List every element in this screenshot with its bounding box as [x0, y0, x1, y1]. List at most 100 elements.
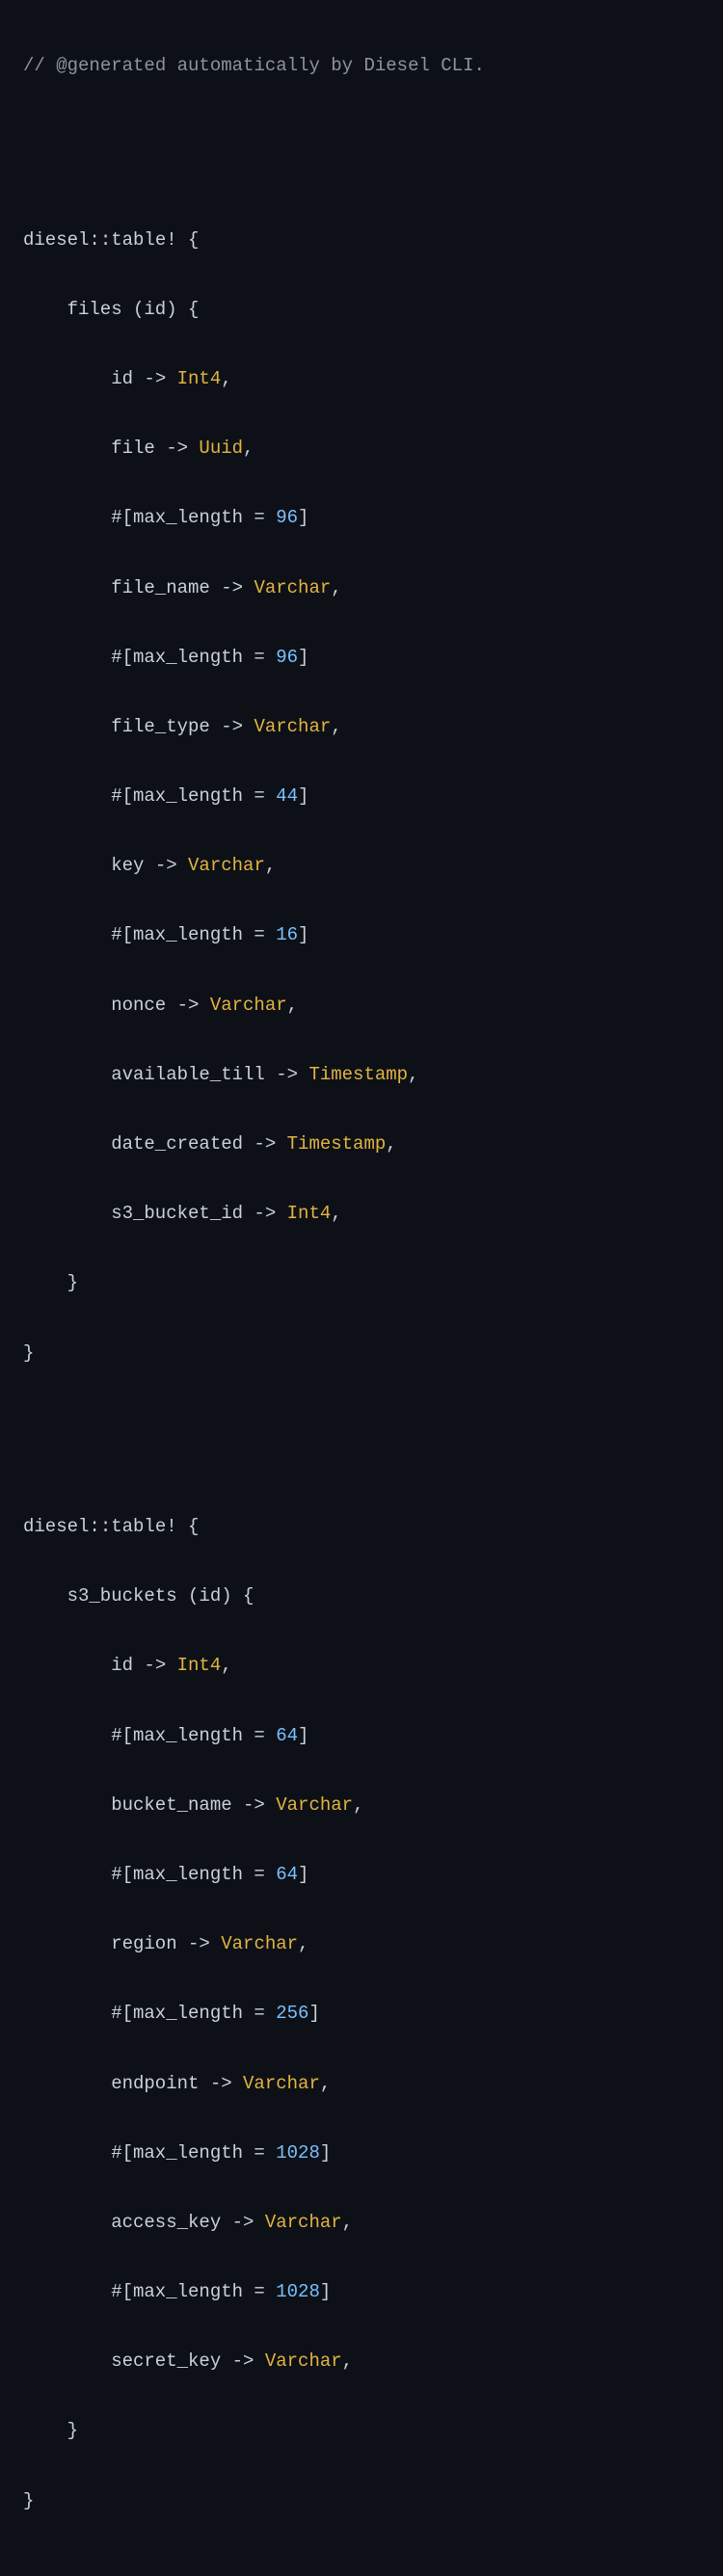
- table-name: s3_buckets (id) {: [67, 1585, 254, 1607]
- comma: ,: [331, 577, 341, 598]
- brace: }: [23, 1342, 34, 1364]
- close-brace: }: [23, 1336, 700, 1370]
- field-name: date_created: [111, 1133, 243, 1155]
- table-name: files (id) {: [67, 299, 200, 320]
- attr-suffix: ]: [320, 2281, 331, 2302]
- attr-line: #[max_length = 44]: [23, 779, 700, 813]
- attr-value: 256: [276, 2003, 308, 2024]
- brace: {: [177, 229, 200, 251]
- arrow: ->: [221, 2350, 265, 2372]
- table-decl: diesel::table! {: [23, 1509, 700, 1544]
- comma: ,: [408, 1064, 418, 1085]
- field-type: Int4: [287, 1203, 332, 1224]
- field-name: secret_key: [111, 2350, 221, 2372]
- attr-line: #[max_length = 1028]: [23, 2274, 700, 2309]
- field-type: Varchar: [265, 2212, 342, 2233]
- field-line: date_created -> Timestamp,: [23, 1127, 700, 1161]
- field-line: id -> Int4,: [23, 1648, 700, 1683]
- comma: ,: [265, 855, 276, 876]
- brace: {: [177, 1516, 200, 1537]
- field-name: available_till: [111, 1064, 265, 1085]
- brace: }: [67, 1272, 78, 1293]
- attr-value: 44: [276, 785, 298, 807]
- arrow: ->: [221, 2212, 265, 2233]
- field-type: Int4: [177, 368, 222, 389]
- arrow: ->: [210, 577, 254, 598]
- attr-suffix: ]: [298, 924, 308, 945]
- comma: ,: [342, 2212, 353, 2233]
- comment-text: // @generated automatically by Diesel CL…: [23, 55, 485, 76]
- arrow: ->: [166, 995, 210, 1016]
- brace: }: [67, 2420, 78, 2441]
- field-type: Varchar: [254, 716, 331, 737]
- comma: ,: [353, 1794, 363, 1816]
- field-type: Varchar: [276, 1794, 353, 1816]
- field-type: Int4: [177, 1655, 222, 1676]
- field-line: bucket_name -> Varchar,: [23, 1788, 700, 1822]
- field-name: id: [111, 1655, 133, 1676]
- comma: ,: [221, 1655, 231, 1676]
- attr-value: 64: [276, 1725, 298, 1746]
- arrow: ->: [243, 1133, 287, 1155]
- attr-line: #[max_length = 1028]: [23, 2136, 700, 2170]
- field-type: Timestamp: [287, 1133, 387, 1155]
- brace: }: [23, 2490, 34, 2511]
- attr-line: #[max_length = 64]: [23, 1857, 700, 1892]
- field-line: s3_bucket_id -> Int4,: [23, 1196, 700, 1231]
- comma: ,: [221, 368, 231, 389]
- code-block: // @generated automatically by Diesel CL…: [0, 0, 723, 2576]
- arrow: ->: [133, 368, 177, 389]
- attr-prefix: #[max_length =: [111, 1725, 276, 1746]
- field-type: Varchar: [265, 2350, 342, 2372]
- attr-line: #[max_length = 64]: [23, 1718, 700, 1753]
- field-type: Timestamp: [308, 1064, 408, 1085]
- field-name: key: [111, 855, 144, 876]
- field-name: bucket_name: [111, 1794, 231, 1816]
- field-type: Uuid: [199, 438, 243, 459]
- arrow: ->: [265, 1064, 309, 1085]
- comma: ,: [243, 438, 254, 459]
- field-name: file_name: [111, 577, 210, 598]
- attr-prefix: #[max_length =: [111, 2281, 276, 2302]
- attr-prefix: #[max_length =: [111, 647, 276, 668]
- field-type: Varchar: [210, 995, 287, 1016]
- field-name: file_type: [111, 716, 210, 737]
- field-name: nonce: [111, 995, 166, 1016]
- field-name: s3_bucket_id: [111, 1203, 243, 1224]
- macro-name: diesel::table!: [23, 229, 177, 251]
- arrow: ->: [232, 1794, 277, 1816]
- attr-line: #[max_length = 256]: [23, 1996, 700, 2031]
- arrow: ->: [210, 716, 254, 737]
- field-type: Varchar: [254, 577, 331, 598]
- table-decl: diesel::table! {: [23, 223, 700, 257]
- attr-prefix: #[max_length =: [111, 507, 276, 528]
- attr-suffix: ]: [298, 1725, 308, 1746]
- close-brace: }: [23, 2483, 700, 2518]
- field-name: access_key: [111, 2212, 221, 2233]
- attr-prefix: #[max_length =: [111, 2142, 276, 2164]
- comma: ,: [342, 2350, 353, 2372]
- attr-prefix: #[max_length =: [111, 924, 276, 945]
- field-line: available_till -> Timestamp,: [23, 1057, 700, 1092]
- comment-line: // @generated automatically by Diesel CL…: [23, 48, 700, 83]
- field-name: id: [111, 368, 133, 389]
- attr-suffix: ]: [298, 647, 308, 668]
- field-line: file_type -> Varchar,: [23, 709, 700, 744]
- close-brace: }: [23, 2413, 700, 2448]
- attr-value: 96: [276, 647, 298, 668]
- arrow: ->: [199, 2073, 243, 2094]
- field-name: endpoint: [111, 2073, 199, 2094]
- field-line: file_name -> Varchar,: [23, 571, 700, 605]
- attr-suffix: ]: [298, 1864, 308, 1885]
- attr-line: #[max_length = 96]: [23, 500, 700, 535]
- comma: ,: [320, 2073, 331, 2094]
- macro-name: diesel::table!: [23, 1516, 177, 1537]
- field-line: access_key -> Varchar,: [23, 2205, 700, 2240]
- attr-prefix: #[max_length =: [111, 785, 276, 807]
- attr-value: 64: [276, 1864, 298, 1885]
- attr-prefix: #[max_length =: [111, 2003, 276, 2024]
- blank-line: [23, 1405, 700, 1440]
- attr-suffix: ]: [320, 2142, 331, 2164]
- attr-value: 96: [276, 507, 298, 528]
- field-line: region -> Varchar,: [23, 1926, 700, 1961]
